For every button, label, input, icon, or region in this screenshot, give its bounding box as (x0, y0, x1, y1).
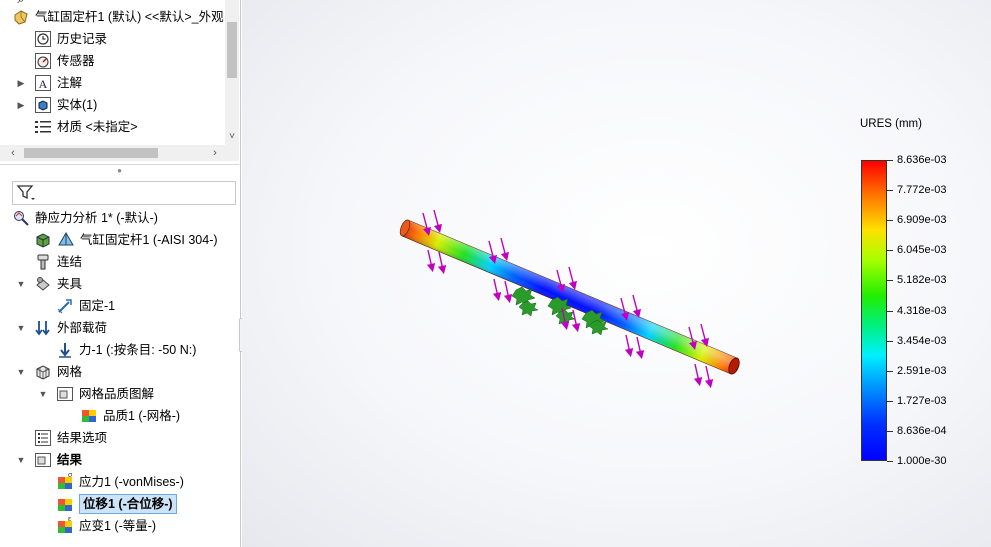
mesh-cube-icon (34, 231, 52, 249)
annotation-icon: A (34, 74, 52, 92)
tree-item-history[interactable]: 历史记录 (34, 28, 107, 50)
force-icon (56, 341, 74, 359)
legend-tick (887, 401, 893, 402)
scroll-down-icon[interactable]: ˅ (225, 131, 239, 143)
legend-tick-label: 3.454e-03 (897, 335, 947, 347)
svg-text:σ: σ (68, 473, 73, 479)
study-item-mesh-quality-folder[interactable]: ▼ 网格品质图解 (38, 383, 154, 405)
tree-item-annotations[interactable]: ▶ A 注解 (16, 72, 82, 94)
legend-tick (887, 220, 893, 221)
fixed-geometry-icon (56, 297, 74, 315)
study-item-result-options[interactable]: 结果选项 (34, 427, 107, 449)
external-loads-icon (34, 319, 52, 337)
connections-icon (34, 253, 52, 271)
mesh-quality-folder-icon (56, 385, 74, 403)
legend-tick-label: 6.045e-03 (897, 244, 947, 256)
legend-tick (887, 250, 893, 251)
legend-tick-label: 6.909e-03 (897, 214, 947, 226)
study-item-external-loads[interactable]: ▼ 外部载荷 (16, 317, 107, 339)
result-options-icon (34, 429, 52, 447)
study-item-force-1[interactable]: 力-1 (:按条目: -50 N:) (56, 339, 196, 361)
study-item-mesh[interactable]: ▼ 网格 (16, 361, 82, 383)
study-item-stress-1[interactable]: σ 应力1 (-vonMises-) (56, 471, 184, 493)
stress-plot-icon: σ (56, 473, 74, 491)
expand-arrow-icon[interactable]: ▶ (16, 94, 26, 116)
scrollbar-thumb[interactable] (24, 148, 158, 158)
svg-text:A: A (39, 77, 48, 91)
collapse-arrow-icon[interactable]: ▼ (16, 449, 26, 471)
feature-manager-panel: ⌕ 气缸固定杆1 (默认) <<默认>_外观 历史记录 传感器 ▶ A (0, 0, 241, 547)
part-icon (12, 8, 30, 26)
displacement-plot-icon (56, 495, 74, 513)
scrollbar-thumb[interactable] (227, 22, 237, 78)
expand-arrow-icon[interactable]: ▶ (16, 72, 26, 94)
scroll-left-icon[interactable]: ‹ (6, 145, 20, 161)
quality-plot-icon (80, 407, 98, 425)
tree-item-material[interactable]: 材质 <未指定> (34, 116, 138, 138)
legend-tick-label: 7.772e-03 (897, 184, 947, 196)
solid-part-icon (57, 231, 75, 249)
legend-tick (887, 371, 893, 372)
legend-tick-label: 1.000e-30 (897, 455, 947, 467)
material-icon (34, 118, 52, 136)
legend-tick (887, 190, 893, 191)
tree-item-solid-bodies[interactable]: ▶ 实体(1) (16, 94, 97, 116)
legend-color-bar (861, 160, 887, 461)
study-item-fixtures[interactable]: ▼ 夹具 (16, 273, 82, 295)
collapse-arrow-icon[interactable]: ▼ (16, 317, 26, 339)
legend-title: URES (mm) (860, 118, 922, 130)
legend-tick (887, 461, 893, 462)
study-item-connections[interactable]: 连结 (34, 251, 82, 273)
study-item-part[interactable]: 气缸固定杆1 (-AISI 304-) (34, 229, 218, 251)
legend-tick-label: 8.636e-03 (897, 154, 947, 166)
feature-tree: ⌕ 气缸固定杆1 (默认) <<默认>_外观 历史记录 传感器 ▶ A (0, 0, 239, 148)
study-item-displacement-1[interactable]: 位移1 (-合位移-) (56, 493, 177, 515)
scroll-right-icon[interactable]: › (208, 145, 222, 161)
tree-item-part[interactable]: 气缸固定杆1 (默认) <<默认>_外观 (12, 6, 224, 28)
mesh-icon (34, 363, 52, 381)
collapse-arrow-icon[interactable]: ▼ (16, 361, 26, 383)
legend-tick (887, 431, 893, 432)
study-item-fixed-1[interactable]: 固定-1 (56, 295, 115, 317)
results-folder-icon (34, 451, 52, 469)
legend-tick-label: 4.318e-03 (897, 305, 947, 317)
svg-text:ε: ε (68, 517, 71, 523)
study-root[interactable]: 静应力分析 1* (-默认-) (12, 207, 158, 229)
legend-tick (887, 160, 893, 161)
study-item-strain-1[interactable]: ε 应变1 (-等量-) (56, 515, 156, 537)
history-icon (34, 30, 52, 48)
solid-body-icon (34, 96, 52, 114)
static-study-icon (12, 209, 30, 227)
collapse-arrow-icon[interactable]: ▼ (16, 273, 26, 295)
legend-tick-label: 2.591e-03 (897, 365, 947, 377)
tree-horizontal-scrollbar[interactable]: ‹ › (0, 145, 239, 161)
legend-tick (887, 311, 893, 312)
tree-filter[interactable] (12, 181, 236, 205)
legend-tick (887, 280, 893, 281)
legend-tick-label: 8.636e-04 (897, 425, 947, 437)
study-item-results[interactable]: ▼ 结果 (16, 449, 82, 471)
legend-tick (887, 341, 893, 342)
panel-splitter[interactable]: ● (0, 164, 239, 176)
collapse-arrow-icon[interactable]: ▼ (38, 383, 48, 405)
study-item-quality-1[interactable]: 品质1 (-网格-) (80, 405, 180, 427)
color-legend: URES (mm) 8.636e-03 7.772e-03 6.909e-03 6.0… (860, 110, 990, 470)
tree-item-sensors[interactable]: 传感器 (34, 50, 95, 72)
tree-vertical-scrollbar[interactable]: ˅ (225, 0, 239, 145)
filter-icon[interactable] (16, 184, 36, 202)
part-label: 气缸固定杆1 (默认) <<默认>_外观 (35, 10, 224, 24)
sensor-icon (34, 52, 52, 70)
legend-tick-label: 5.182e-03 (897, 274, 947, 286)
legend-tick-label: 1.727e-03 (897, 395, 947, 407)
fixtures-icon (34, 275, 52, 293)
strain-plot-icon: ε (56, 517, 74, 535)
